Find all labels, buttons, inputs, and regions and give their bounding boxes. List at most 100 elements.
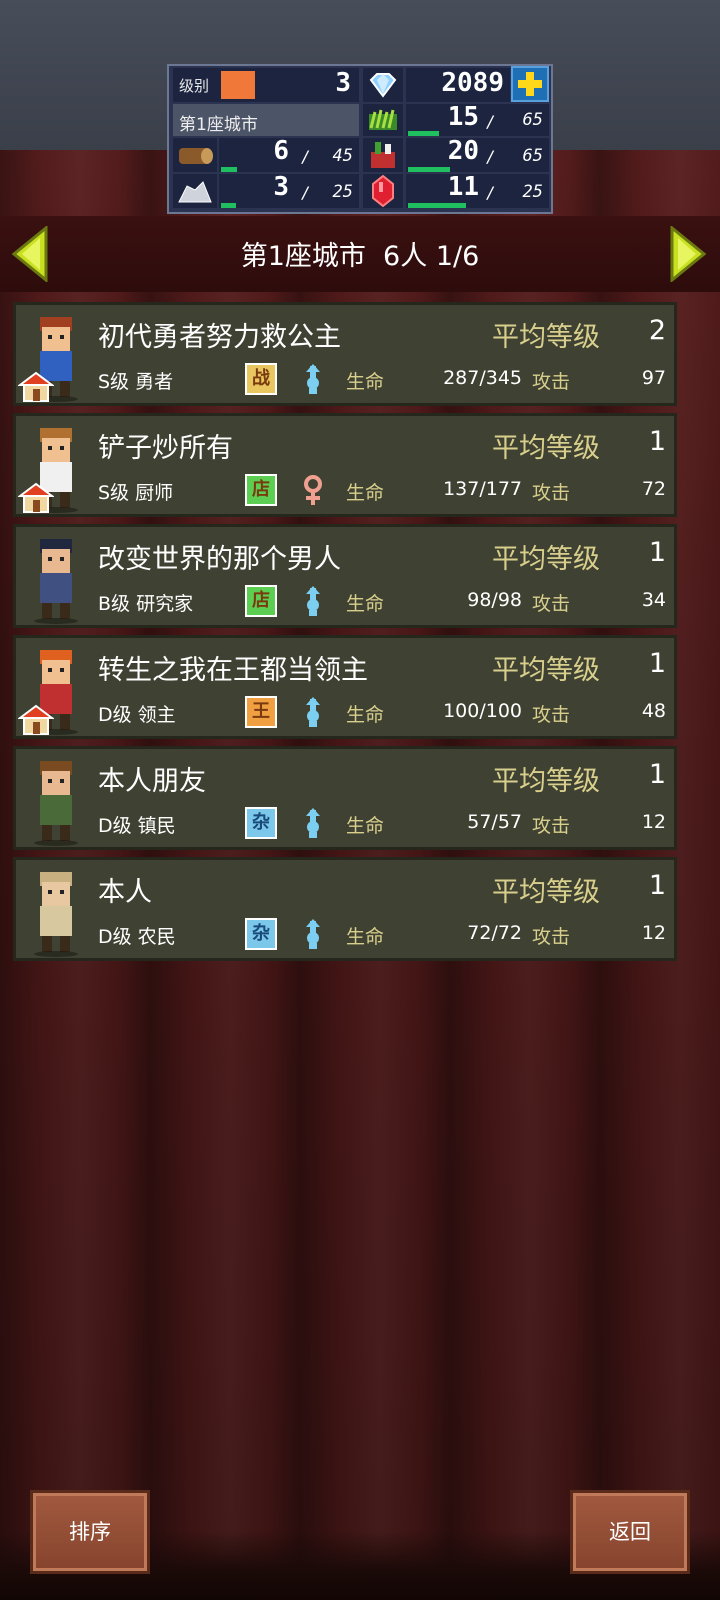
character-attack: 48	[641, 700, 666, 722]
character-rank: B级 研究家	[98, 593, 194, 615]
character-rank: S级 厨师	[98, 482, 174, 504]
job-badge: 杂	[245, 918, 277, 950]
character-name: 本人	[98, 877, 152, 908]
right-arrow-icon	[670, 224, 707, 284]
character-row[interactable]: 改变世界的那个男人 平均等级 1 B级 研究家 店 生命 98/98 攻击 34	[13, 524, 677, 628]
avg-level-label: 平均等级	[492, 877, 600, 908]
character-rank: D级 领主	[98, 704, 176, 726]
ore-resource: 3 / 25	[219, 172, 359, 208]
character-portrait	[18, 862, 98, 958]
avg-level-label: 平均等级	[492, 322, 600, 353]
wood-resource: 6 / 45	[219, 136, 359, 172]
character-name: 铲子炒所有	[98, 433, 233, 464]
avg-level-value: 1	[648, 759, 666, 790]
avg-level-label: 平均等级	[492, 544, 600, 575]
male-icon	[298, 917, 328, 951]
character-rank: D级 农民	[98, 926, 176, 948]
avg-level-label: 平均等级	[492, 766, 600, 797]
avg-level-value: 1	[648, 426, 666, 457]
house-icon	[18, 482, 54, 513]
resource-hud: 级别 3 2089 第1座城市 15 / 65 6 / 45 20 / 65 3…	[167, 64, 553, 214]
male-icon	[298, 584, 328, 618]
avg-level-label: 平均等级	[492, 655, 600, 686]
grass-resource: 15 / 65	[406, 102, 549, 136]
avg-level-value: 1	[648, 648, 666, 679]
city-name-cell: 第1座城市	[173, 104, 359, 136]
job-badge: 店	[245, 474, 277, 506]
attack-label: 攻击	[532, 815, 571, 837]
character-hp: 57/57	[467, 811, 522, 833]
wood-bar	[221, 167, 237, 172]
character-attack: 97	[641, 367, 666, 389]
job-badge: 王	[245, 696, 277, 728]
life-label: 生命	[346, 482, 385, 504]
wood-max: 45	[332, 146, 353, 166]
character-name: 转生之我在王都当领主	[98, 655, 368, 686]
male-icon	[298, 362, 328, 396]
character-hp: 98/98	[467, 589, 522, 611]
house-icon	[18, 371, 54, 402]
food-resource: 20 / 65	[406, 136, 549, 172]
avg-level-label: 平均等级	[492, 433, 600, 464]
wood-value: 6	[273, 136, 289, 166]
character-row[interactable]: 本人朋友 平均等级 1 D级 镇民 杂 生命 57/57 攻击 12	[13, 746, 677, 850]
character-attack: 12	[641, 811, 666, 833]
food-bar	[408, 167, 450, 172]
male-icon	[298, 695, 328, 729]
red-gem-resource: 11 / 25	[406, 172, 549, 208]
character-name: 本人朋友	[98, 766, 206, 797]
sort-button[interactable]: 排序	[30, 1490, 150, 1574]
job-badge: 杂	[245, 807, 277, 839]
life-label: 生命	[346, 815, 385, 837]
food-slash: /	[486, 147, 496, 166]
house-icon	[18, 704, 54, 735]
next-city-button[interactable]	[668, 224, 708, 284]
life-label: 生命	[346, 704, 385, 726]
character-attack: 34	[641, 589, 666, 611]
ore-bar	[221, 203, 236, 208]
ore-slash: /	[301, 183, 311, 202]
character-rank: S级 勇者	[98, 371, 174, 393]
back-button[interactable]: 返回	[570, 1490, 690, 1574]
character-name: 初代勇者努力救公主	[98, 322, 341, 353]
avg-level-value: 1	[648, 870, 666, 901]
wood-slash: /	[301, 147, 311, 166]
attack-label: 攻击	[532, 593, 571, 615]
level-cell: 级别 3	[173, 68, 359, 102]
add-gems-button[interactable]	[511, 66, 549, 102]
female-icon	[298, 473, 328, 507]
red-gem-max: 25	[522, 182, 543, 202]
red-gem-icon	[363, 174, 403, 208]
gem-count-cell: 2089	[406, 68, 510, 102]
character-portrait	[18, 307, 98, 403]
plus-icon	[518, 72, 542, 96]
avg-level-value: 2	[648, 315, 666, 346]
character-hp: 137/177	[443, 478, 522, 500]
character-row[interactable]: 本人 平均等级 1 D级 农民 杂 生命 72/72 攻击 12	[13, 857, 677, 961]
city-title: 第1座城市 6人 1/6	[240, 241, 480, 272]
character-portrait	[18, 640, 98, 736]
level-label: 级别	[179, 77, 210, 95]
life-label: 生命	[346, 371, 385, 393]
character-hp: 100/100	[443, 700, 522, 722]
male-icon	[298, 806, 328, 840]
job-badge: 店	[245, 585, 277, 617]
character-row[interactable]: 铲子炒所有 平均等级 1 S级 厨师 店 生命 137/177 攻击 72	[13, 413, 677, 517]
character-portrait	[18, 418, 98, 514]
food-max: 65	[522, 146, 543, 166]
attack-label: 攻击	[532, 926, 571, 948]
grass-value: 15	[447, 102, 479, 132]
grass-bar	[408, 131, 439, 136]
character-row[interactable]: 初代勇者努力救公主 平均等级 2 S级 勇者 战 生命 287/345 攻击 97	[13, 302, 677, 406]
food-icon	[363, 138, 403, 172]
ore-value: 3	[273, 172, 289, 202]
life-label: 生命	[346, 926, 385, 948]
life-label: 生命	[346, 593, 385, 615]
city-name: 第1座城市	[179, 115, 258, 135]
job-badge: 战	[245, 363, 277, 395]
level-progress-block	[221, 71, 255, 99]
character-name: 改变世界的那个男人	[98, 544, 341, 575]
character-row[interactable]: 转生之我在王都当领主 平均等级 1 D级 领主 王 生命 100/100 攻击 48	[13, 635, 677, 739]
wood-log-icon	[173, 138, 217, 172]
food-value: 20	[447, 136, 479, 166]
